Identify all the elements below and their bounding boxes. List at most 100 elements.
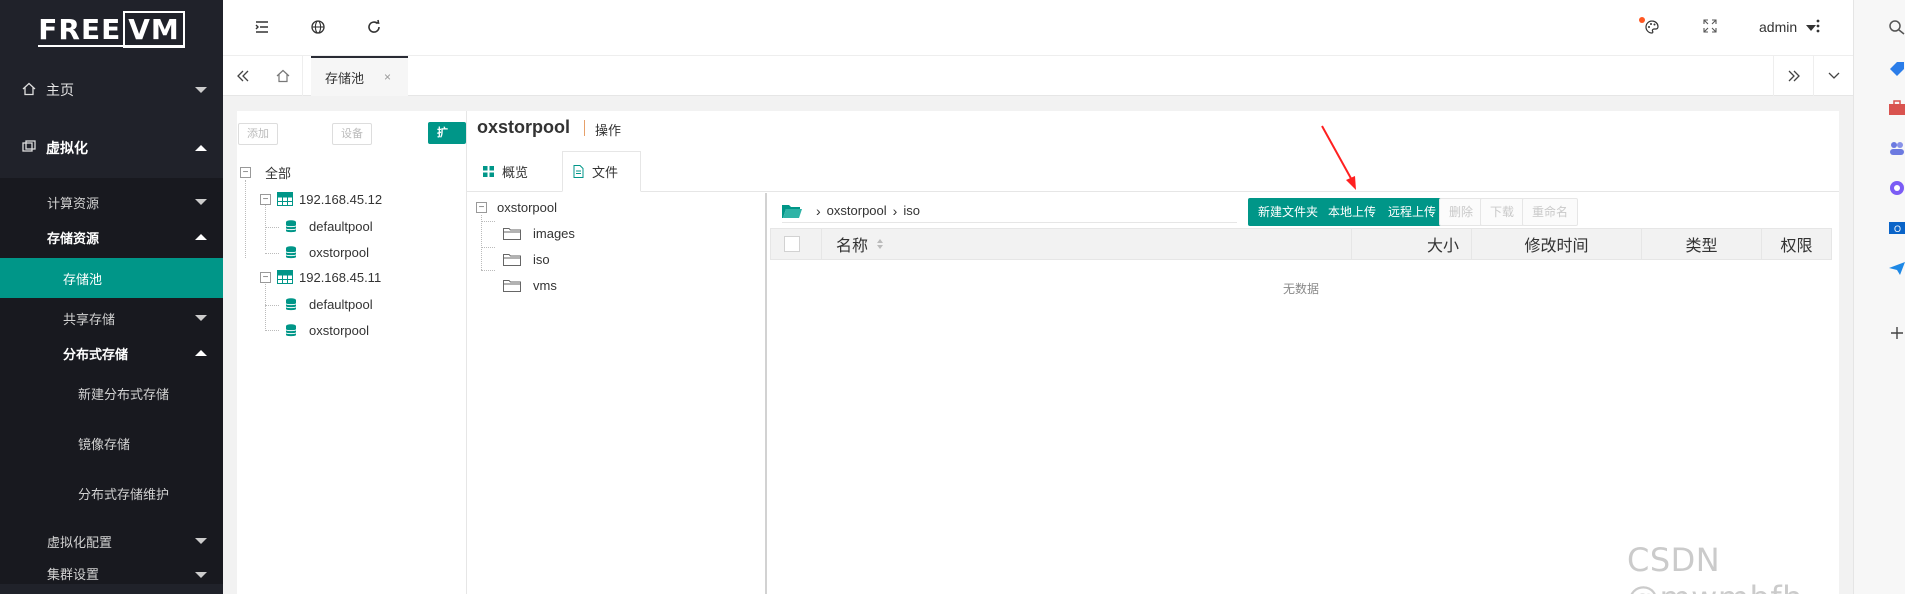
sidebar-item-label: 存储资源 <box>47 230 100 246</box>
tree-node-label: 192.168.45.12 <box>299 191 383 207</box>
sidebar-item-cluster-settings[interactable]: 集群设置 <box>0 564 223 584</box>
pool-tabs: 概览 文件 <box>467 151 1839 192</box>
tree-connector <box>265 227 279 228</box>
expand-button[interactable]: 扩展 <box>428 122 466 159</box>
remote-upload-button[interactable]: 远程上传 <box>1378 198 1447 226</box>
column-header-type[interactable]: 类型 <box>1642 228 1762 260</box>
tree-node-root[interactable]: − 全部 <box>240 161 291 183</box>
column-header-size[interactable]: 大小 <box>1352 228 1472 260</box>
column-header-name[interactable]: 名称 <box>822 228 1352 260</box>
tag-icon[interactable] <box>1888 61 1905 77</box>
tree-node-label: 全部 <box>265 165 292 181</box>
sidebar-item-label: 分布式存储 <box>63 346 129 362</box>
column-label: 大小 <box>1426 238 1459 255</box>
tab-home[interactable] <box>263 56 303 96</box>
sidebar-item-label: 镜像存储 <box>78 436 131 452</box>
sidebar: FREE VM 主页 虚拟化 计算资源 存储资源 存储池 共享存储 分布式存储 … <box>0 0 223 594</box>
column-label: 类型 <box>1685 238 1718 255</box>
sidebar-item-virtualization-config[interactable]: 虚拟化配置 <box>0 518 223 564</box>
tree-node-pool[interactable]: defaultpool <box>285 215 373 237</box>
more-vertical-icon[interactable] <box>1809 19 1827 37</box>
tabs-scroll-left-icon[interactable] <box>223 56 263 96</box>
new-folder-button[interactable]: 新建文件夹 <box>1248 198 1329 226</box>
collapse-icon[interactable]: − <box>240 166 251 178</box>
tree-node-host[interactable]: − 192.168.45.11 <box>260 266 381 288</box>
server-icon <box>277 192 293 206</box>
collapse-icon[interactable]: − <box>260 193 271 205</box>
send-icon[interactable] <box>1888 260 1905 276</box>
vm-icon <box>22 139 38 157</box>
sidebar-item-label: 虚拟化 <box>46 140 88 156</box>
sidebar-item-label: 分布式存储维护 <box>78 486 170 502</box>
tree-node-label: oxstorpool <box>309 322 369 338</box>
column-header-permission[interactable]: 权限 <box>1762 228 1831 260</box>
outlook-icon[interactable]: O <box>1888 220 1905 236</box>
tabs-dropdown-icon[interactable] <box>1813 56 1853 96</box>
tree-node-pool[interactable]: oxstorpool <box>285 241 369 263</box>
menu-fold-icon[interactable] <box>253 19 271 37</box>
add-button[interactable]: 添加 <box>238 123 278 145</box>
sidebar-item-mirror-storage[interactable]: 镜像存储 <box>0 418 223 468</box>
tree-connector <box>265 253 279 254</box>
tree-connector <box>481 221 495 222</box>
sidebar-item-shared-storage[interactable]: 共享存储 <box>0 298 223 338</box>
tab-storage-pool[interactable]: 存储池 × <box>311 56 408 96</box>
globe-icon[interactable] <box>309 19 327 37</box>
briefcase-icon[interactable] <box>1888 100 1905 116</box>
download-button[interactable]: 下载 <box>1480 198 1525 226</box>
user-menu[interactable]: admin <box>1759 19 1817 35</box>
select-all-cell <box>771 228 822 260</box>
database-icon <box>285 297 297 310</box>
folder-tree-item[interactable]: images <box>503 222 575 244</box>
empty-state-text: 无数据 <box>1282 282 1319 296</box>
sidebar-item-distributed-maintain[interactable]: 分布式存储维护 <box>0 468 223 518</box>
sidebar-item-label: 存储池 <box>63 271 103 287</box>
home-icon <box>22 82 38 99</box>
sidebar-item-storage[interactable]: 存储资源 <box>0 222 223 252</box>
sidebar-item-home[interactable]: 主页 <box>0 62 223 118</box>
theme-palette-icon[interactable] <box>1639 17 1661 37</box>
folder-icon <box>503 279 521 292</box>
folder-tree-item[interactable]: iso <box>503 248 550 270</box>
username-label: admin <box>1759 19 1798 35</box>
sidebar-item-virtualization[interactable]: 虚拟化 <box>0 118 223 178</box>
database-icon <box>285 245 297 258</box>
add-icon[interactable] <box>1888 325 1905 341</box>
tree-node-label: defaultpool <box>309 218 373 234</box>
folder-tree-root[interactable]: − oxstorpool <box>476 196 557 218</box>
sidebar-item-storage-pool[interactable]: 存储池 <box>0 258 223 298</box>
device-button[interactable]: 设备 <box>332 123 372 145</box>
collapse-icon[interactable]: − <box>476 201 487 213</box>
folder-tree-item[interactable]: vms <box>503 274 557 296</box>
close-icon[interactable]: × <box>384 70 391 84</box>
tab-overview[interactable]: 概览 <box>483 151 528 192</box>
notification-dot <box>1639 17 1645 23</box>
sidebar-item-compute[interactable]: 计算资源 <box>0 182 223 222</box>
tabs-scroll-right-icon[interactable] <box>1773 56 1813 96</box>
select-all-checkbox[interactable] <box>784 236 800 252</box>
breadcrumb-item[interactable]: oxstorpool <box>827 203 887 218</box>
pool-operations-link[interactable]: 操作 <box>595 120 621 139</box>
rename-button[interactable]: 重命名 <box>1522 198 1579 226</box>
tree-node-pool[interactable]: oxstorpool <box>285 319 369 341</box>
copilot-icon[interactable] <box>1888 180 1905 196</box>
fullscreen-icon[interactable] <box>1701 19 1719 37</box>
chevron-up-icon <box>195 145 207 151</box>
people-icon[interactable] <box>1888 140 1905 156</box>
tree-node-pool[interactable]: defaultpool <box>285 293 373 315</box>
delete-button[interactable]: 删除 <box>1439 198 1484 226</box>
tree-node-host[interactable]: − 192.168.45.12 <box>260 188 382 210</box>
app-logo[interactable]: FREE VM <box>0 0 223 62</box>
sidebar-item-new-distributed[interactable]: 新建分布式存储 <box>0 368 223 418</box>
tab-files[interactable]: 文件 <box>562 151 641 192</box>
sort-icon[interactable] <box>876 238 884 250</box>
tab-label: 存储池 <box>325 70 365 86</box>
column-header-modified[interactable]: 修改时间 <box>1472 228 1642 260</box>
sidebar-item-distributed-storage[interactable]: 分布式存储 <box>0 338 223 368</box>
collapse-icon[interactable]: − <box>260 271 271 283</box>
local-upload-button[interactable]: 本地上传 <box>1318 198 1387 226</box>
search-icon[interactable] <box>1888 19 1905 35</box>
refresh-icon[interactable] <box>365 19 383 37</box>
breadcrumb-item[interactable]: iso <box>903 203 920 218</box>
sidebar-submenu: 计算资源 存储资源 存储池 共享存储 分布式存储 新建分布式存储 镜像存储 分布… <box>0 178 223 584</box>
